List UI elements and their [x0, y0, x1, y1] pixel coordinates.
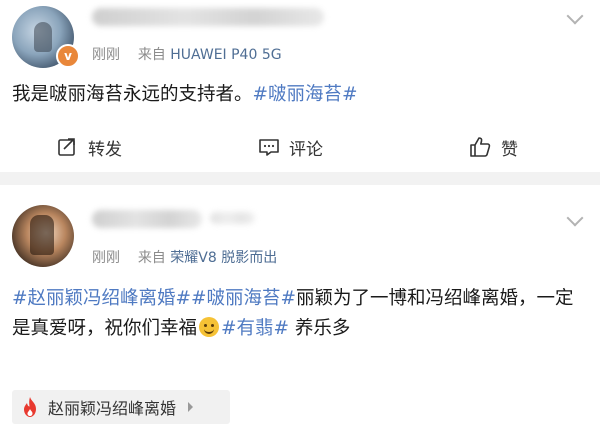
source-prefix: 来自	[137, 250, 166, 266]
comment-icon	[259, 139, 279, 156]
chevron-down-icon[interactable]	[566, 7, 584, 25]
share-icon	[58, 138, 75, 156]
avatar-figure	[34, 22, 52, 52]
hashtag-link[interactable]: #赵丽颖冯绍峰离婚#	[12, 288, 191, 309]
username-blurred[interactable]	[92, 8, 324, 26]
action-bar: 转发 评论 赞	[0, 132, 600, 162]
avatar-figure	[30, 215, 54, 255]
fire-icon	[24, 397, 36, 417]
post-body-end: 养乐多	[289, 318, 351, 339]
username-blurred[interactable]	[92, 210, 202, 228]
post-card-1: v 刚刚 来自 HUAWEI P40 5G 我是啵丽海苔永远的支持者。#啵丽海苔…	[0, 0, 600, 172]
like-button[interactable]: 赞	[468, 132, 518, 162]
like-icon	[470, 137, 491, 157]
post-meta: 刚刚 来自 HUAWEI P40 5G	[92, 44, 282, 64]
post-time: 刚刚	[92, 250, 120, 266]
hashtag-link[interactable]: #啵丽海苔#	[253, 84, 358, 105]
smile-emoji-icon	[199, 317, 220, 337]
source-prefix: 来自	[137, 47, 166, 63]
like-label: 赞	[501, 139, 518, 160]
username-blurred-suffix	[210, 212, 255, 224]
share-button[interactable]: 转发	[57, 132, 122, 162]
post-text: #赵丽颖冯绍峰离婚##啵丽海苔#丽颖为了一博和冯绍峰离婚，一定是真爱呀，祝你们幸…	[12, 284, 590, 344]
hashtag-link[interactable]: #有翡#	[221, 318, 289, 339]
post-source[interactable]: 荣耀V8 脱影而出	[170, 250, 277, 266]
feed-separator	[0, 172, 600, 185]
post-time: 刚刚	[92, 47, 120, 63]
hashtag-link[interactable]: #啵丽海苔#	[191, 288, 296, 309]
chevron-right-icon	[188, 402, 194, 412]
avatar[interactable]	[12, 205, 74, 267]
share-label: 转发	[88, 139, 122, 160]
post-text: 我是啵丽海苔永远的支持者。#啵丽海苔#	[12, 80, 592, 110]
comment-button[interactable]: 评论	[258, 132, 323, 162]
verified-badge: v	[56, 44, 80, 68]
post-source[interactable]: HUAWEI P40 5G	[170, 47, 281, 63]
topic-label: 赵丽颖冯绍峰离婚	[48, 399, 177, 418]
post-body: 我是啵丽海苔永远的支持者。	[12, 84, 253, 105]
topic-chip[interactable]: 赵丽颖冯绍峰离婚	[12, 390, 230, 424]
post-meta: 刚刚 来自 荣耀V8 脱影而出	[92, 247, 277, 267]
comment-label: 评论	[289, 139, 323, 160]
